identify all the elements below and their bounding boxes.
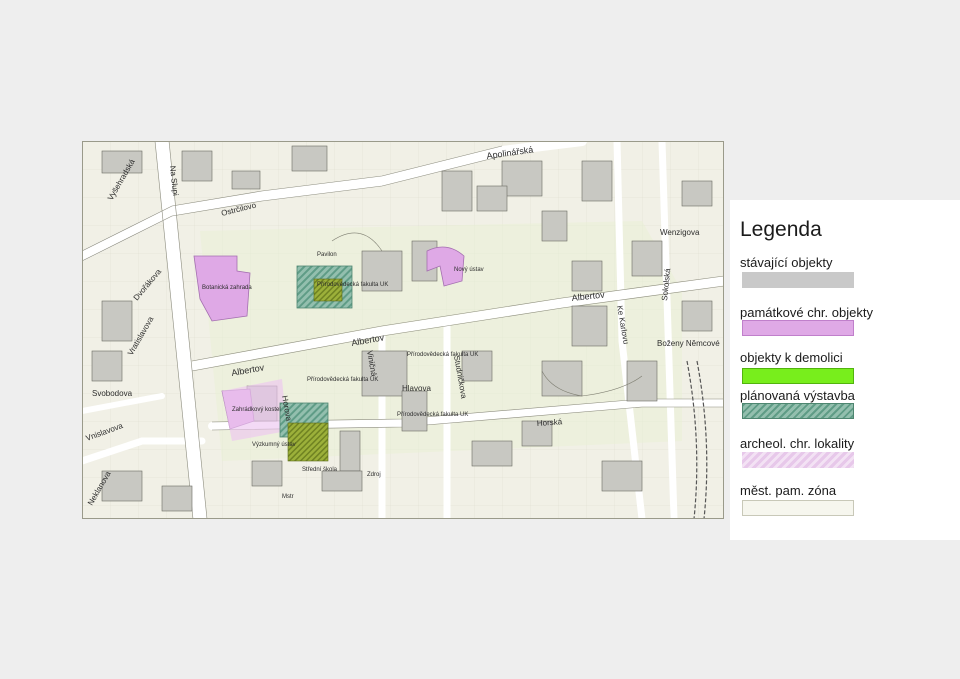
legend-title: Legenda [740, 218, 822, 241]
legend-label-demolition: objekty k demolici [740, 350, 843, 365]
legend-swatch-archeo [742, 452, 854, 468]
label-pavilon: Pavilon [317, 252, 337, 258]
map-sheet: Apolinářská Albertov Albertov Albertov K… [0, 0, 960, 679]
label-horska: Horská [537, 417, 563, 428]
legend-label-planned: plánovaná výstavba [740, 388, 855, 403]
map-canvas[interactable]: Apolinářská Albertov Albertov Albertov K… [82, 141, 724, 519]
legend-swatch-monument [742, 320, 854, 336]
label-botanicka: Botanická zahrada [202, 285, 252, 291]
legend-swatch-demolition [742, 368, 854, 384]
legend-label-archeo: archeol. chr. lokality [740, 436, 855, 451]
legend-swatch-zone [742, 500, 854, 516]
label-mstr: Mstr [282, 494, 294, 500]
label-bozena-nemcova: Boženy Němcové [657, 339, 720, 348]
label-fakulta-top: Přírodovědecká fakulta UK [407, 352, 478, 358]
label-kostel: Zahrádkový kostel [232, 407, 281, 413]
legend-panel: Legenda stávající objekty památkové chr.… [730, 200, 960, 540]
label-fakulta-left: Přírodovědecká fakulta UK [307, 377, 378, 383]
legend-swatch-planned [742, 403, 854, 419]
label-fakulta-bottom: Přírodovědecká fakulta UK [317, 282, 388, 288]
legend-label-monument: památkové chr. objekty [740, 305, 873, 320]
label-svobodova: Svobodova [92, 389, 133, 398]
map-frame[interactable]: Apolinářská Albertov Albertov Albertov K… [82, 141, 724, 519]
label-hlavova: Hlavova [402, 384, 431, 393]
label-fakulta-mid: Přírodovědecká fakulta UK [397, 412, 468, 418]
label-zdroj: Zdroj [367, 472, 381, 478]
legend-swatch-existing [742, 272, 854, 288]
label-novy-ustav: Nový ústav [454, 267, 484, 273]
label-wenzigova: Wenzigova [660, 228, 700, 237]
legend-label-existing: stávající objekty [740, 255, 833, 270]
legend-label-zone: měst. pam. zóna [740, 483, 837, 498]
label-stredni: Střední škola [302, 467, 338, 473]
label-vyzkum: Výzkumný ústav [252, 442, 296, 448]
